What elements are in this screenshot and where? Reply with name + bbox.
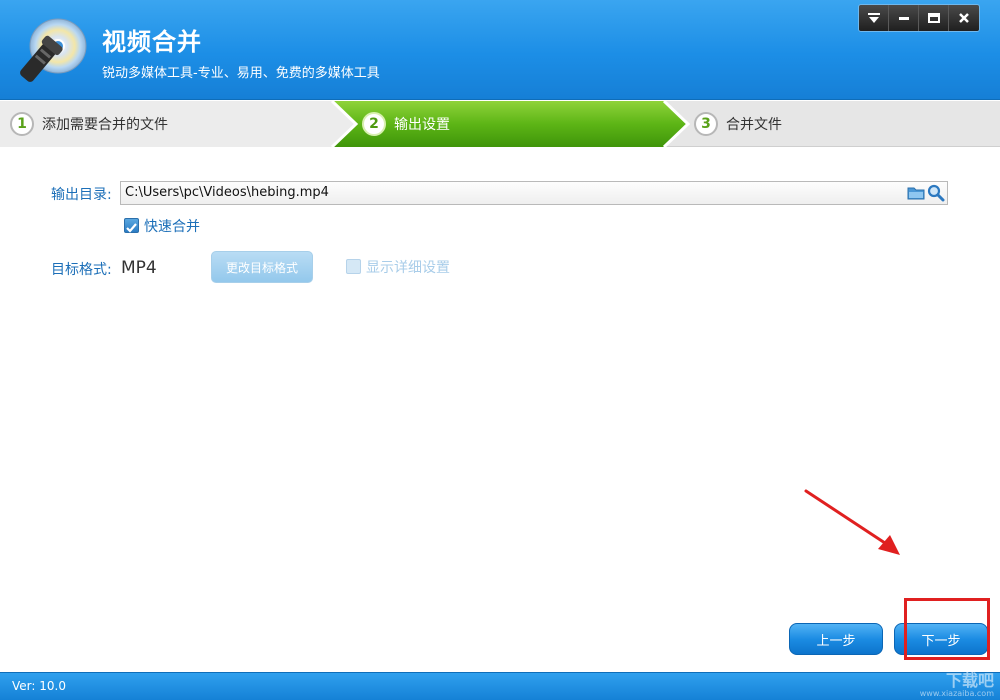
minimize-button[interactable] <box>889 5 919 31</box>
maximize-icon <box>927 13 940 23</box>
app-logo-icon <box>20 18 87 82</box>
app-subtitle: 锐动多媒体工具-专业、易用、免费的多媒体工具 <box>102 66 380 81</box>
checkmark-icon <box>126 223 137 233</box>
step-2-output-settings[interactable]: 2 输出设置 <box>362 101 450 147</box>
minimize-icon <box>898 17 909 20</box>
close-button[interactable] <box>949 5 979 31</box>
menu-dropdown-button[interactable] <box>859 5 889 31</box>
fast-merge-label[interactable]: 快速合并 <box>144 216 200 236</box>
window-controls <box>858 4 980 32</box>
change-format-button[interactable]: 更改目标格式 <box>211 251 313 283</box>
output-path-value: C:\Users\pc\Videos\hebing.mp4 <box>125 185 329 200</box>
step-label: 输出设置 <box>394 117 450 133</box>
highlight-box <box>904 598 990 660</box>
step-number: 3 <box>694 112 718 136</box>
target-format-value: MP4 <box>121 258 157 278</box>
target-format-label: 目标格式: <box>51 262 112 278</box>
title-bar: 视频合并 锐动多媒体工具-专业、易用、免费的多媒体工具 <box>0 0 1000 100</box>
step-label: 添加需要合并的文件 <box>42 117 168 133</box>
search-icon[interactable] <box>927 184 945 202</box>
watermark-url: www.xiazaiba.com <box>919 689 994 698</box>
annotation-arrow-icon <box>804 489 900 555</box>
version-text: Ver: 10.0 <box>12 679 66 693</box>
show-details-label[interactable]: 显示详细设置 <box>366 257 450 277</box>
maximize-button[interactable] <box>919 5 949 31</box>
output-path-input[interactable]: C:\Users\pc\Videos\hebing.mp4 <box>120 181 948 205</box>
step-1-add-files[interactable]: 1 添加需要合并的文件 <box>10 101 168 147</box>
fast-merge-checkbox[interactable] <box>124 218 139 233</box>
status-bar: Ver: 10.0 下载吧 www.xiazaiba.com <box>0 672 1000 700</box>
app-title: 视频合并 <box>102 28 202 56</box>
step-number: 1 <box>10 112 34 136</box>
watermark: 下载吧 www.xiazaiba.com <box>919 671 994 699</box>
watermark-text: 下载吧 <box>945 671 994 690</box>
dropdown-menu-icon <box>867 13 880 23</box>
path-field-icons <box>907 184 945 202</box>
close-icon <box>959 13 969 23</box>
step-number: 2 <box>362 112 386 136</box>
previous-step-button[interactable]: 上一步 <box>789 623 883 655</box>
step-3-merge-files[interactable]: 3 合并文件 <box>694 101 782 147</box>
output-dir-label: 输出目录: <box>51 187 112 203</box>
step-bar: 1 添加需要合并的文件 2 输出设置 3 合并文件 <box>0 101 1000 147</box>
step-label: 合并文件 <box>726 117 782 133</box>
folder-icon[interactable] <box>907 184 925 202</box>
show-details-checkbox[interactable] <box>346 259 361 274</box>
